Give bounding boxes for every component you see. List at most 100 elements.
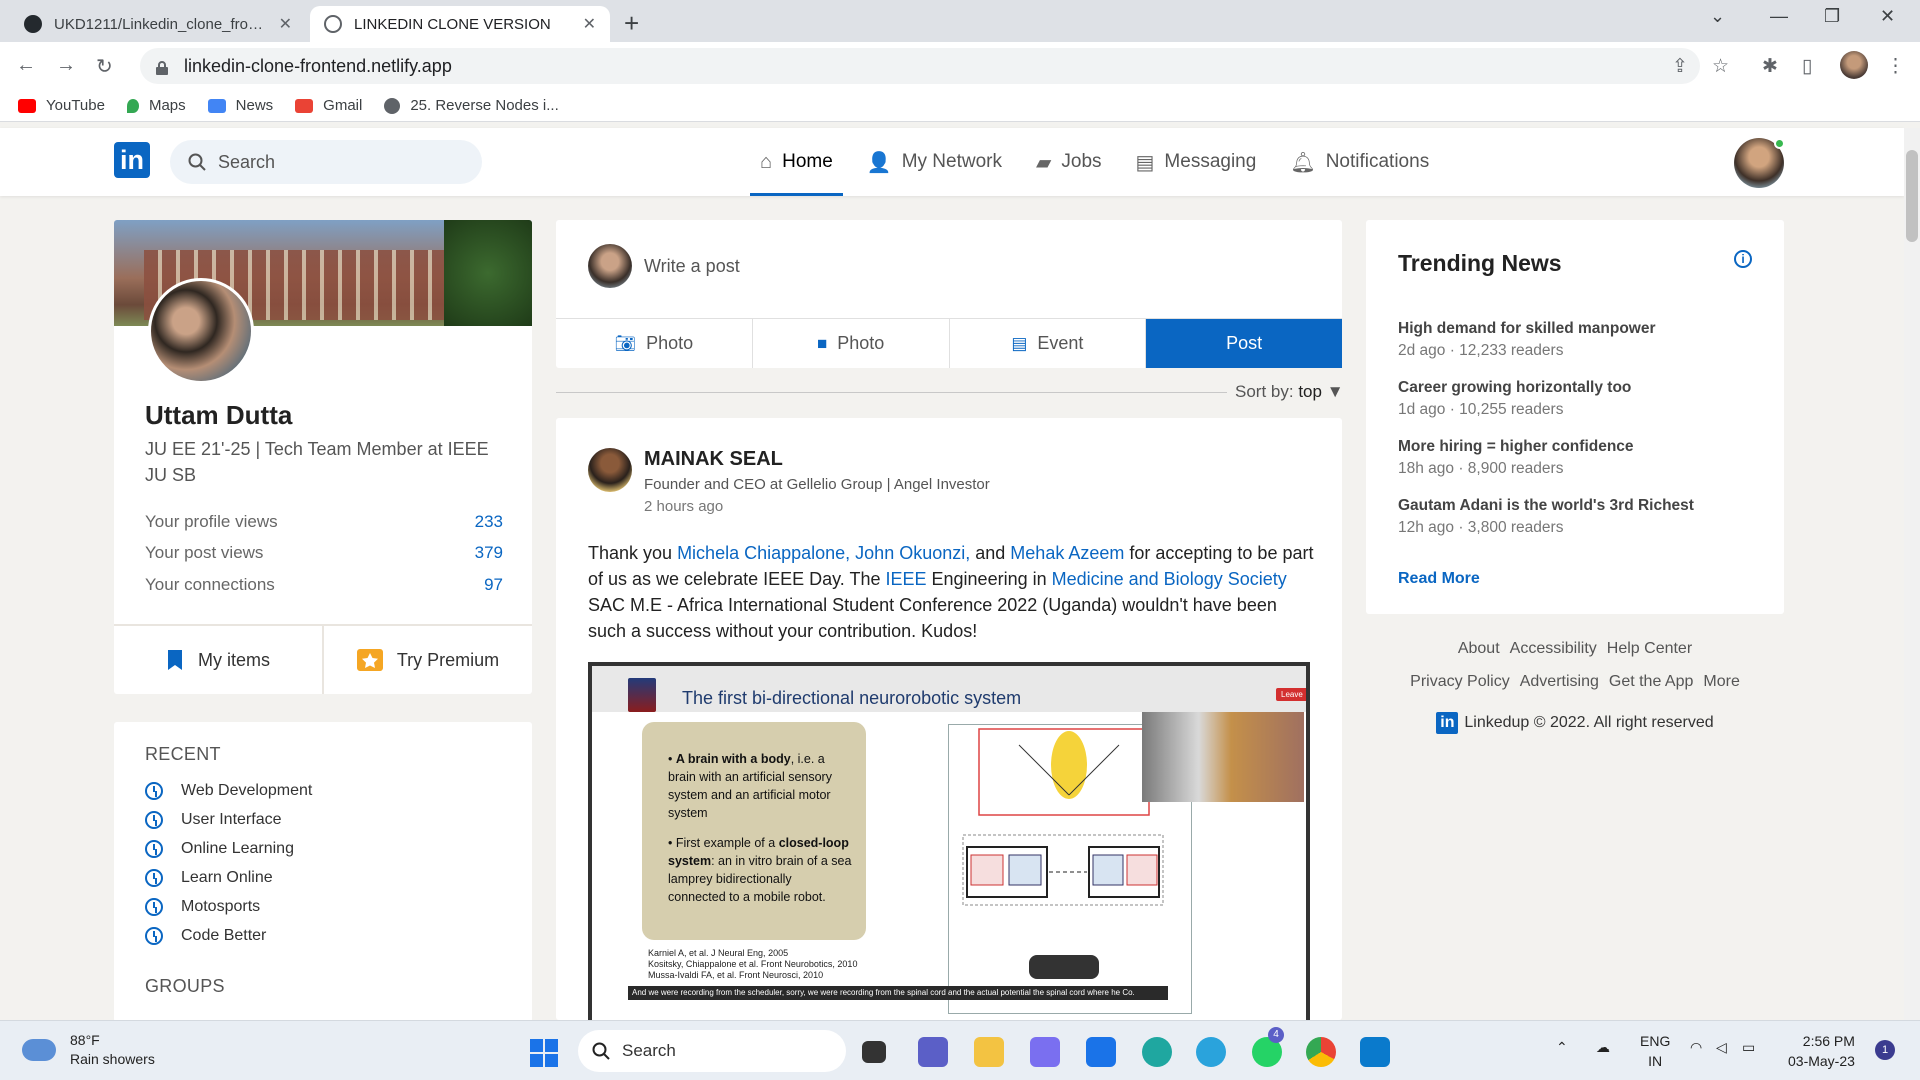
footer-link-more[interactable]: More	[1703, 673, 1739, 691]
footer-link-privacy[interactable]: Privacy Policy	[1410, 673, 1510, 691]
windows-start-icon[interactable]	[530, 1039, 558, 1067]
language-indicator[interactable]: ENG IN	[1640, 1031, 1670, 1071]
footer-link-help-center[interactable]: Help Center	[1607, 640, 1692, 658]
nav-notifications[interactable]: 🔔︎ Notifications	[1280, 128, 1439, 196]
address-bar[interactable]: linkedin-clone-frontend.netlify.app	[140, 48, 1700, 84]
reload-icon[interactable]: ↻	[96, 54, 113, 79]
extensions-icon[interactable]: ✱	[1762, 55, 1778, 78]
footer-link-about[interactable]: About	[1458, 640, 1500, 658]
forward-icon[interactable]: →	[56, 54, 76, 77]
post-timestamp: 2 hours ago	[644, 498, 724, 515]
close-tab-icon[interactable]: ✕	[279, 14, 292, 34]
scrollbar-thumb[interactable]	[1906, 150, 1918, 242]
page-scrollbar[interactable]	[1904, 128, 1920, 1020]
footer-link-get-app[interactable]: Get the App	[1609, 673, 1694, 691]
sort-dropdown[interactable]: Sort by: top ▼	[1227, 382, 1344, 402]
recent-item[interactable]: Web Development	[145, 782, 312, 800]
nav-messaging[interactable]: ▤ Messaging	[1126, 128, 1267, 196]
bookmark-gmail[interactable]: Gmail	[295, 97, 362, 114]
footer-link-accessibility[interactable]: Accessibility	[1510, 640, 1597, 658]
side-panel-icon[interactable]: ▯	[1802, 55, 1812, 78]
bookmark-maps[interactable]: Maps	[126, 97, 186, 114]
write-post-input[interactable]: Write a post	[644, 256, 740, 277]
share-box: Write a post 📷︎ Photo ■ Photo ▤ Event Post	[556, 220, 1342, 368]
search-placeholder: Search	[218, 151, 276, 172]
copilot-icon[interactable]	[1030, 1037, 1060, 1067]
post-button[interactable]: Post	[1146, 319, 1342, 368]
chrome-icon[interactable]	[1306, 1037, 1336, 1067]
my-items-button[interactable]: My items	[114, 626, 322, 694]
browser-tab-linkedin-clone[interactable]: LINKEDIN CLONE VERSION ✕	[310, 6, 610, 42]
vscode-icon[interactable]	[1360, 1037, 1390, 1067]
close-window-icon[interactable]: ✕	[1880, 6, 1895, 27]
system-clock[interactable]: 2:56 PM 03-May-23	[1788, 1031, 1855, 1071]
mention-link[interactable]: Michela Chiappalone, John Okuonzi,	[677, 543, 970, 563]
recent-item[interactable]: Online Learning	[145, 840, 294, 858]
nav-jobs[interactable]: ▰ Jobs	[1026, 128, 1112, 196]
stat-post-views[interactable]: Your post views 379	[145, 543, 503, 563]
mention-link[interactable]: Mehak Azeem	[1010, 543, 1124, 563]
minimize-icon[interactable]: —	[1770, 6, 1788, 27]
recent-item[interactable]: Code Better	[145, 927, 266, 945]
mail-icon[interactable]	[1086, 1037, 1116, 1067]
news-title: Trending News	[1398, 250, 1562, 276]
post-image[interactable]: The first bi-directional neurorobotic sy…	[588, 662, 1310, 1020]
new-tab-button[interactable]: +	[624, 8, 639, 39]
share-icon[interactable]: ⇪	[1672, 55, 1688, 78]
browser-tab-github[interactable]: UKD1211/Linkedin_clone_fronten ✕	[10, 6, 306, 42]
wifi-icon[interactable]: ◠	[1690, 1039, 1702, 1056]
notification-count-badge[interactable]: 1	[1875, 1040, 1895, 1060]
task-view-icon[interactable]	[862, 1041, 886, 1063]
bookmark-star-icon[interactable]: ☆	[1712, 55, 1729, 78]
taskbar-search[interactable]: Search	[578, 1030, 846, 1072]
edge-icon[interactable]	[1142, 1037, 1172, 1067]
read-more-link[interactable]: Read More	[1398, 570, 1480, 588]
tab-search-icon[interactable]: ⌄	[1710, 6, 1725, 27]
news-item[interactable]: Career growing horizontally too 1d ago ·…	[1398, 379, 1631, 419]
search-input[interactable]: Search	[170, 140, 482, 184]
back-icon[interactable]: ←	[16, 54, 36, 77]
battery-icon[interactable]: ▭	[1742, 1039, 1755, 1056]
news-item[interactable]: More hiring = higher confidence 18h ago …	[1398, 438, 1634, 478]
try-premium-button[interactable]: Try Premium	[322, 626, 532, 694]
weather-widget[interactable]: 88°F Rain showers	[22, 1031, 155, 1069]
bookmark-reverse-nodes[interactable]: 25. Reverse Nodes i...	[384, 97, 559, 114]
mention-link[interactable]: Medicine and Biology Society	[1052, 569, 1287, 589]
stat-connections[interactable]: Your connections 97	[145, 575, 503, 595]
news-item[interactable]: High demand for skilled manpower 2d ago …	[1398, 320, 1656, 360]
footer-link-advertising[interactable]: Advertising	[1520, 673, 1599, 691]
recent-item[interactable]: Motosports	[145, 898, 260, 916]
onedrive-icon[interactable]: ☁	[1596, 1039, 1610, 1056]
menu-kebab-icon[interactable]: ⋮	[1886, 55, 1905, 78]
author-name[interactable]: MAINAK SEAL	[644, 448, 783, 471]
bookmark-news[interactable]: News	[207, 97, 273, 114]
whatsapp-badge: 4	[1268, 1027, 1284, 1043]
event-button[interactable]: ▤ Event	[950, 319, 1147, 368]
mention-link[interactable]: IEEE	[885, 569, 926, 589]
nav-home[interactable]: ⌂ Home	[750, 128, 843, 196]
close-tab-icon[interactable]: ✕	[583, 14, 596, 34]
stat-profile-views[interactable]: Your profile views 233	[145, 512, 503, 532]
restore-icon[interactable]: ❐	[1824, 6, 1840, 27]
show-hidden-icons[interactable]: ⌃	[1556, 1039, 1568, 1056]
recent-item[interactable]: User Interface	[145, 811, 281, 829]
info-icon[interactable]: i	[1734, 250, 1752, 268]
main-nav: ⌂ Home 👤 My Network ▰ Jobs ▤ Messaging 🔔…	[750, 128, 1453, 196]
linkedin-logo[interactable]: in	[114, 142, 150, 178]
teams-chat-icon[interactable]	[918, 1037, 948, 1067]
volume-icon[interactable]: ◁	[1716, 1039, 1727, 1056]
author-avatar[interactable]	[588, 448, 632, 492]
profile-photo[interactable]	[148, 278, 254, 384]
video-button[interactable]: ■ Photo	[753, 319, 950, 368]
nav-label: Jobs	[1061, 151, 1102, 172]
recent-item[interactable]: Learn Online	[145, 869, 273, 887]
bookmark-youtube[interactable]: YouTube	[18, 97, 105, 114]
news-item[interactable]: Gautam Adani is the world's 3rd Richest …	[1398, 497, 1694, 537]
telegram-icon[interactable]	[1196, 1037, 1226, 1067]
profile-name[interactable]: Uttam Dutta	[145, 400, 292, 431]
news-meta: 1d ago · 10,255 readers	[1398, 401, 1564, 418]
nav-my-network[interactable]: 👤 My Network	[857, 128, 1012, 196]
file-explorer-icon[interactable]	[974, 1037, 1004, 1067]
browser-profile-avatar[interactable]	[1840, 51, 1868, 79]
photo-button[interactable]: 📷︎ Photo	[556, 319, 753, 368]
